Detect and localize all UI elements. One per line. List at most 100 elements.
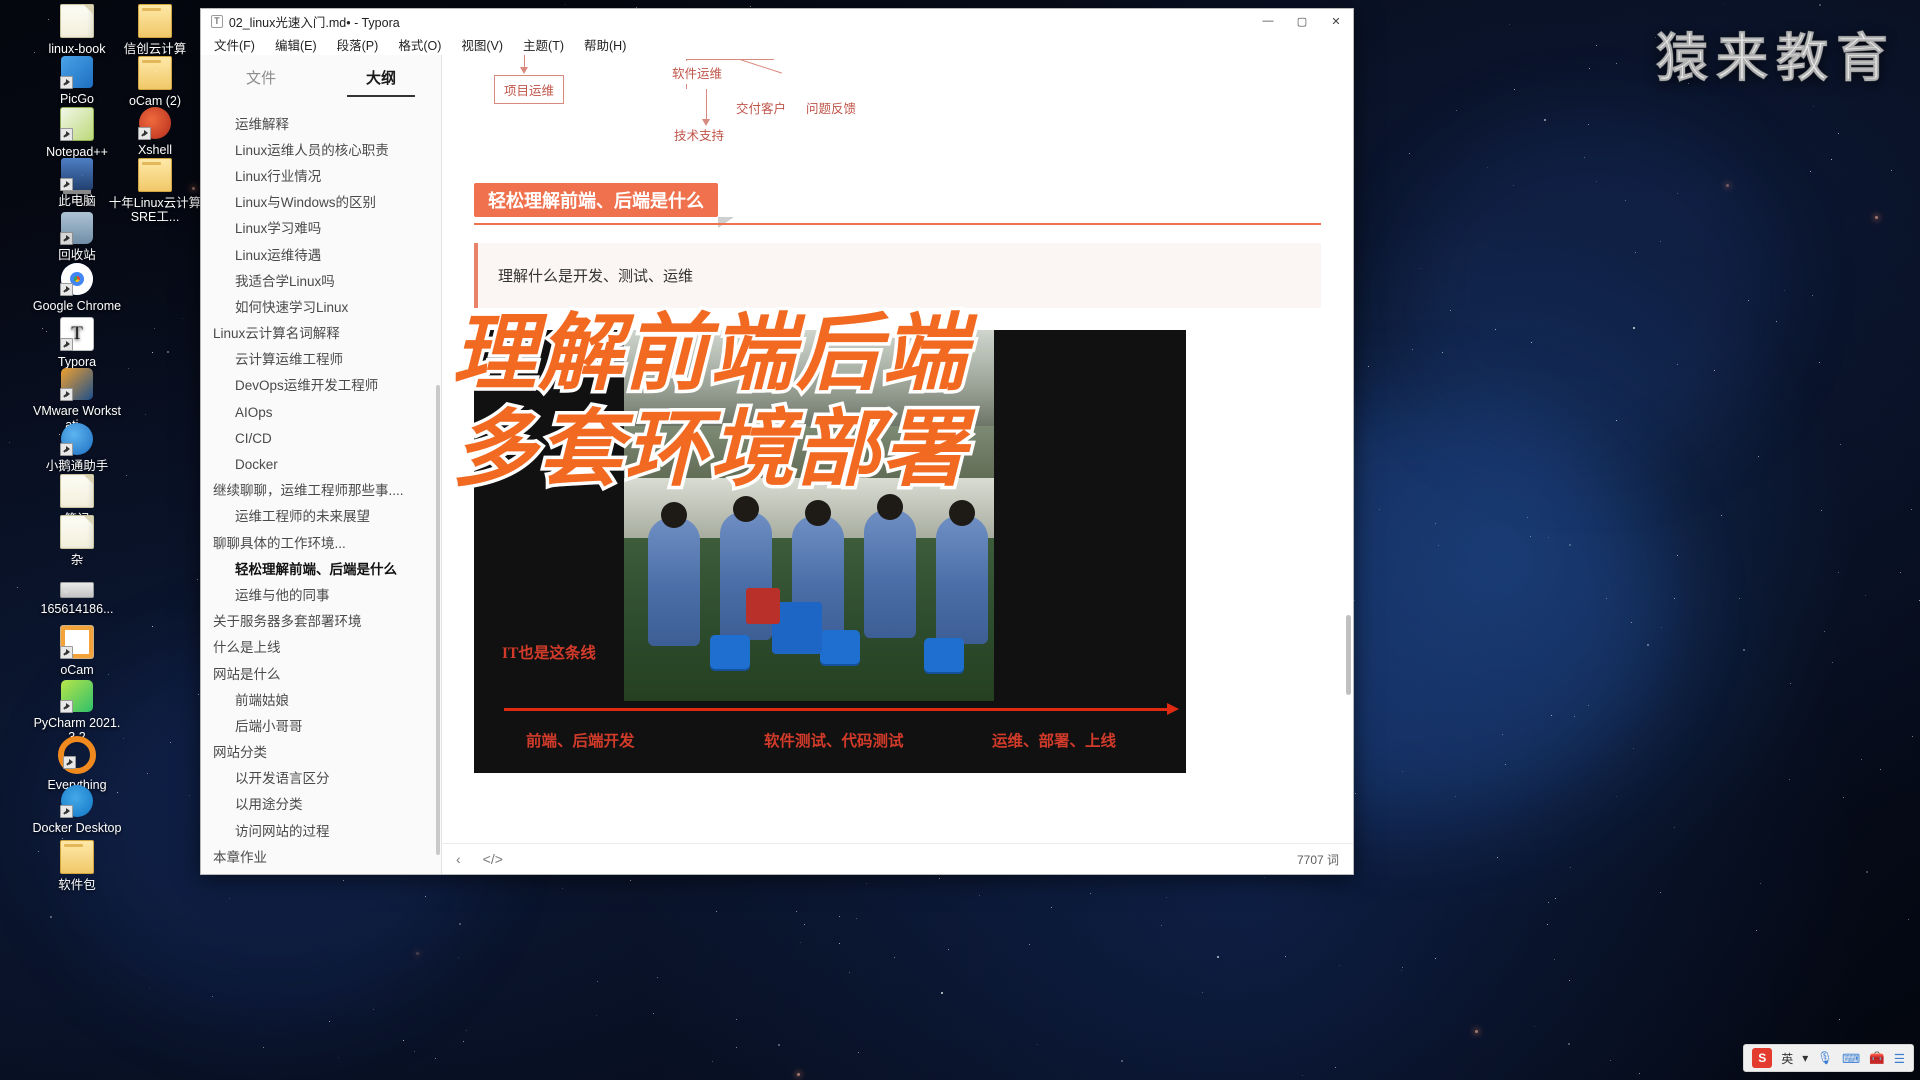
keyboard-icon[interactable]: ⌨ bbox=[1842, 1051, 1860, 1066]
menu-item-4[interactable]: 视图(V) bbox=[458, 34, 506, 55]
star bbox=[1548, 901, 1550, 903]
source-code-icon[interactable]: </> bbox=[483, 851, 503, 867]
star bbox=[414, 1051, 416, 1053]
outline-item-19[interactable]: 关于服务器多套部署环境 bbox=[201, 609, 431, 635]
desktop-icon-3[interactable]: oCam (2) bbox=[108, 56, 202, 108]
outline-item-3[interactable]: Linux与Windows的区别 bbox=[201, 190, 431, 216]
outline-item-20[interactable]: 什么是上线 bbox=[201, 635, 431, 661]
star bbox=[1910, 508, 1912, 510]
document-content[interactable]: 项目运维 软件运维 技术支持 交付客户 问题反馈 轻松理解前端、后端是什么 理解… bbox=[442, 55, 1353, 843]
menu-item-5[interactable]: 主题(T) bbox=[520, 34, 567, 55]
outline-item-8[interactable]: Linux云计算名词解释 bbox=[201, 321, 431, 347]
close-button[interactable]: ✕ bbox=[1319, 9, 1353, 33]
outline-item-26[interactable]: 以用途分类 bbox=[201, 792, 431, 818]
star bbox=[1819, 3, 1822, 6]
sidebar-tab-0[interactable]: 文件 bbox=[201, 67, 321, 97]
desktop-icon-16[interactable]: oCam bbox=[30, 625, 124, 677]
sidebar-tabs: 文件 大纲 bbox=[201, 55, 441, 97]
outline-item-4[interactable]: Linux学习难吗 bbox=[201, 216, 431, 242]
back-nav-icon[interactable]: ‹ bbox=[456, 851, 461, 867]
outline-item-2[interactable]: Linux行业情况 bbox=[201, 163, 431, 189]
word-count[interactable]: 7707 词 bbox=[1297, 851, 1339, 868]
desktop-icon-19[interactable]: Docker Desktop bbox=[30, 785, 124, 835]
star bbox=[1400, 969, 1402, 971]
star bbox=[947, 948, 949, 950]
star bbox=[48, 18, 50, 20]
ime-mode-label[interactable]: 英 bbox=[1781, 1050, 1793, 1067]
outline-item-17[interactable]: 轻松理解前端、后端是什么 bbox=[201, 556, 431, 582]
outline-item-25[interactable]: 以开发语言区分 bbox=[201, 766, 431, 792]
outline-item-10[interactable]: DevOps运维开发工程师 bbox=[201, 373, 431, 399]
document-image[interactable]: IT也是这条线 前端、后端开发 软件测试、代码测试 运维、部署、上线 bbox=[474, 330, 1186, 773]
star bbox=[657, 976, 659, 978]
shortcut-arrow-icon bbox=[60, 76, 73, 89]
star bbox=[1264, 876, 1266, 878]
document-scrollbar[interactable] bbox=[1346, 615, 1351, 695]
outline-item-11[interactable]: AIOps bbox=[201, 399, 431, 425]
desktop-icon-15[interactable]: 165614186... bbox=[30, 573, 124, 616]
desktop-icon-12[interactable]: 小鹅通助手 bbox=[30, 423, 124, 473]
outline-item-12[interactable]: CI/CD bbox=[201, 425, 431, 451]
toolbox-icon[interactable]: 🧰 bbox=[1869, 1051, 1885, 1066]
menu-item-2[interactable]: 段落(P) bbox=[334, 34, 382, 55]
outline-item-18[interactable]: 运维与他的同事 bbox=[201, 582, 431, 608]
diagram-box-software-ops: 软件运维 bbox=[664, 61, 731, 84]
outline-item-5[interactable]: Linux运维待遇 bbox=[201, 242, 431, 268]
star bbox=[866, 883, 868, 885]
star bbox=[1568, 543, 1571, 546]
menu-item-0[interactable]: 文件(F) bbox=[211, 34, 258, 55]
desktop-icon-1[interactable]: 信创云计算 bbox=[108, 4, 202, 56]
desktop-icon-10[interactable]: T Typora bbox=[30, 317, 124, 369]
outline-item-21[interactable]: 网站是什么 bbox=[201, 661, 431, 687]
outline-item-0[interactable]: 运维解释 bbox=[201, 111, 431, 137]
outline-item-6[interactable]: 我适合学Linux吗 bbox=[201, 268, 431, 294]
desktop-icon-label: 杂 bbox=[70, 553, 84, 567]
outline-item-1[interactable]: Linux运维人员的核心职责 bbox=[201, 137, 431, 163]
outline-item-14[interactable]: 继续聊聊，运维工程师那些事.... bbox=[201, 478, 431, 504]
star bbox=[838, 942, 840, 944]
outline-item-28[interactable]: 本章作业 bbox=[201, 844, 431, 870]
maximize-button[interactable]: ▢ bbox=[1285, 9, 1319, 33]
menu-item-3[interactable]: 格式(O) bbox=[395, 34, 444, 55]
desktop-icon-14[interactable]: 杂 bbox=[30, 515, 124, 567]
outline-item-9[interactable]: 云计算运维工程师 bbox=[201, 347, 431, 373]
desktop-icon-5[interactable]: Xshell bbox=[108, 107, 202, 157]
notepad-icon bbox=[60, 107, 94, 141]
desktop-icon-18[interactable]: Everything bbox=[30, 733, 124, 792]
mic-icon[interactable]: 🎙 bbox=[1817, 1051, 1833, 1066]
minimize-button[interactable]: — bbox=[1251, 9, 1285, 33]
star bbox=[1450, 309, 1452, 311]
sidebar-scrollbar[interactable] bbox=[436, 385, 440, 855]
folder-icon bbox=[138, 56, 172, 90]
outline-item-23[interactable]: 后端小哥哥 bbox=[201, 713, 431, 739]
ime-dropdown-icon[interactable]: ▾ bbox=[1802, 1051, 1808, 1065]
outline-item-24[interactable]: 网站分类 bbox=[201, 740, 431, 766]
outline-item-15[interactable]: 运维工程师的未来展望 bbox=[201, 504, 431, 530]
star bbox=[1911, 736, 1913, 738]
star bbox=[1824, 631, 1826, 633]
picgo-icon bbox=[60, 56, 93, 89]
star bbox=[1354, 600, 1356, 602]
star bbox=[1454, 796, 1456, 798]
menu-item-6[interactable]: 帮助(H) bbox=[581, 34, 629, 55]
desktop-icon-8[interactable]: 回收站 bbox=[30, 212, 124, 262]
star bbox=[1434, 523, 1436, 525]
desktop-icon-20[interactable]: 软件包 bbox=[30, 840, 124, 892]
desktop-icon-9[interactable]: Google Chrome bbox=[30, 263, 124, 313]
outline-item-13[interactable]: Docker bbox=[201, 451, 431, 477]
sogou-logo-icon[interactable]: S bbox=[1752, 1048, 1773, 1068]
outline-item-7[interactable]: 如何快速学习Linux bbox=[201, 294, 431, 320]
star bbox=[1634, 251, 1636, 253]
star bbox=[1438, 544, 1440, 546]
star bbox=[1302, 1075, 1304, 1076]
star bbox=[1861, 758, 1863, 760]
shortcut-arrow-icon bbox=[60, 232, 73, 245]
menu-item-1[interactable]: 编辑(E) bbox=[272, 34, 320, 55]
outline-item-16[interactable]: 聊聊具体的工作环境... bbox=[201, 530, 431, 556]
nebula-glow bbox=[1400, 120, 1780, 460]
star bbox=[33, 51, 35, 53]
sidebar-tab-1[interactable]: 大纲 bbox=[321, 67, 441, 97]
outline-item-27[interactable]: 访问网站的过程 bbox=[201, 818, 431, 844]
outline-item-22[interactable]: 前端姑娘 bbox=[201, 687, 431, 713]
menu-icon[interactable]: ☰ bbox=[1894, 1051, 1905, 1066]
